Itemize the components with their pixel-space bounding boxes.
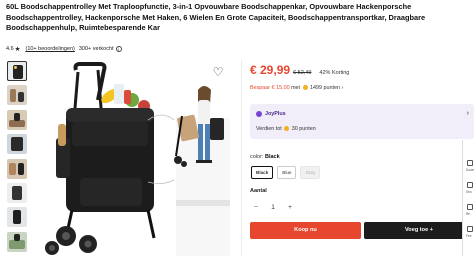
thumbnail-2[interactable] [7,85,27,106]
quantity-value[interactable]: 1 [271,204,275,211]
side-item-report[interactable]: Re [466,212,470,216]
savings-row[interactable]: Bespaar € 15,00 met 1499 punten › [250,85,343,91]
joyplus-logo-icon [256,111,262,117]
current-price: € 29,99 [250,63,291,77]
rating-value: 4.6 [6,46,14,52]
buy-now-button[interactable]: Koop nu [250,222,361,239]
wishlist-heart-icon[interactable]: ♡ [211,66,225,79]
color-option-blue[interactable]: Blue [277,166,297,179]
star-icon: ★ [14,46,21,53]
savings-amount: Bespaar € 15,00 [250,85,290,91]
side-item-feedback[interactable]: Fee [466,234,472,238]
coin-icon [284,126,290,132]
thumbnail-8[interactable] [7,231,27,252]
thumbnail-list: ⌄ [7,61,29,256]
quantity-increase-button[interactable]: + [285,204,295,211]
color-option-grey[interactable]: Grey [300,166,321,179]
thumbnail-6[interactable] [7,182,27,203]
thumbnail-5[interactable] [7,158,27,179]
share-icon[interactable] [467,182,473,188]
color-options: Black Blue Grey [251,166,321,179]
reviews-link[interactable]: (10+ beoordelingen) [25,46,74,52]
info-icon[interactable]: i [115,46,122,52]
quantity-label: Aantal [250,188,267,194]
color-option-black[interactable]: Black [251,166,274,179]
sold-count: 300+ verkocht [78,46,114,52]
thumbnail-3[interactable] [7,109,27,130]
add-to-cart-button[interactable]: Voeg toe + [364,222,474,239]
column-divider [241,60,242,256]
thumbnail-7[interactable] [7,207,27,228]
joyplus-name: JoyPlus [265,111,286,117]
earn-points: 30 punten [291,126,316,132]
earn-prefix: Verdien tot [256,126,282,132]
joyplus-card[interactable]: JoyPlus › Verdien tot 30 punten [250,104,474,139]
color-label-text: color: [250,154,264,160]
chevron-right-icon: › [466,110,469,117]
original-price: € 52,49 [293,70,312,76]
rating-row: 4.6 ★ (10+ beoordelingen) 300+ verkocht … [6,44,122,54]
main-product-image[interactable] [36,60,230,256]
quantity-decrease-button[interactable]: − [251,204,261,211]
chevron-right-icon: › [341,85,344,91]
side-panel: Down Sho Re Fee [462,140,475,256]
side-item-download[interactable]: Down [466,168,474,172]
discount-label: 42% Korting [319,70,350,76]
product-title: 60L Boodschappentrolley Met Traploopfunc… [6,2,426,33]
thumbnail-1[interactable] [7,61,27,81]
quantity-stepper: − 1 + [251,200,295,214]
savings-with: met [291,85,301,91]
download-icon[interactable] [467,160,473,166]
thumbnail-4[interactable] [7,134,27,155]
joyplus-earn: Verdien tot 30 punten [256,126,316,132]
savings-points: 1499 punten [310,85,341,91]
product-illustration [45,62,230,256]
coin-icon [302,85,308,91]
report-icon[interactable] [467,204,473,210]
color-label: color: Black [250,154,280,160]
feedback-icon[interactable] [467,226,473,232]
price-row: € 29,99 € 52,49 42% Korting [250,63,349,77]
color-selected-value: Black [264,154,280,160]
side-item-share[interactable]: Sho [466,190,472,194]
